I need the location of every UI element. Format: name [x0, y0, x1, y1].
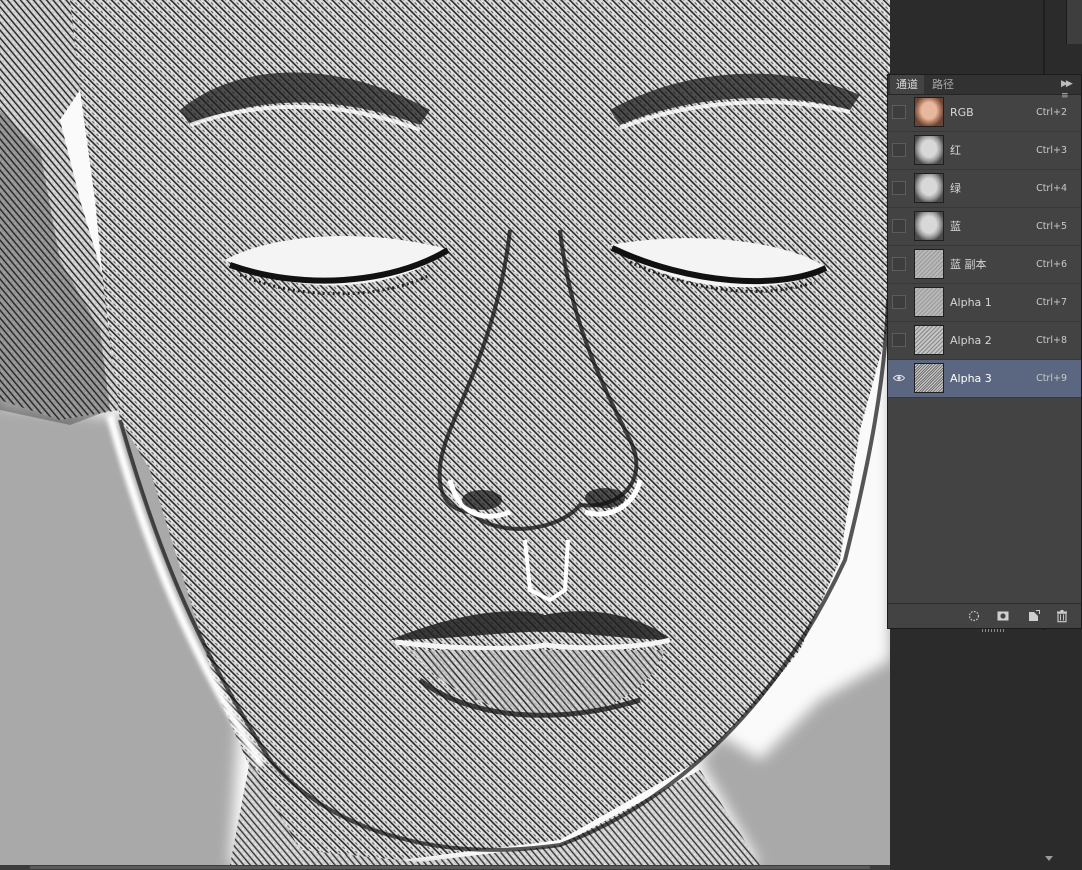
channel-thumbnail	[914, 325, 944, 355]
delete-channel-icon[interactable]	[1055, 609, 1069, 623]
tab-channels[interactable]: 通道	[890, 75, 924, 94]
new-channel-icon[interactable]	[1027, 609, 1041, 623]
channel-shortcut: Ctrl+7	[1036, 297, 1067, 308]
channel-shortcut: Ctrl+4	[1036, 183, 1067, 194]
channel-shortcut: Ctrl+2	[1036, 107, 1067, 118]
scroll-down-arrow-icon[interactable]	[1045, 856, 1053, 861]
channel-name: Alpha 1	[950, 296, 992, 309]
channel-thumbnail	[914, 249, 944, 279]
channel-thumbnail	[914, 211, 944, 241]
channel-row[interactable]: 蓝 Ctrl+5	[888, 208, 1081, 246]
channel-row[interactable]: 红 Ctrl+3	[888, 132, 1081, 170]
channel-thumbnail	[914, 363, 944, 393]
channel-shortcut: Ctrl+9	[1036, 373, 1067, 384]
visibility-toggle[interactable]	[892, 295, 906, 309]
channel-row[interactable]: 蓝 副本 Ctrl+6	[888, 246, 1081, 284]
channel-name: 绿	[950, 182, 961, 195]
visibility-toggle[interactable]	[892, 219, 906, 233]
tab-paths[interactable]: 路径	[926, 75, 962, 94]
channels-panel: 通道 路径 ▶▶ ≡ RGB Ctrl+2 红 Ctrl+3 绿 Ctrl+4 蓝 Ctrl+…	[887, 74, 1082, 632]
channel-shortcut: Ctrl+6	[1036, 259, 1067, 270]
visibility-toggle[interactable]	[892, 143, 906, 157]
collapsed-panel-strip[interactable]	[1066, 0, 1082, 44]
visibility-toggle[interactable]	[892, 333, 906, 347]
channel-shortcut: Ctrl+3	[1036, 145, 1067, 156]
load-selection-icon[interactable]	[967, 609, 981, 623]
eye-icon[interactable]	[888, 369, 910, 387]
horizontal-scrollbar[interactable]	[0, 865, 890, 870]
channel-row[interactable]: Alpha 2 Ctrl+8	[888, 322, 1081, 360]
channel-name: Alpha 3	[950, 372, 992, 385]
channel-name: 蓝 副本	[950, 258, 987, 271]
channel-row[interactable]: 绿 Ctrl+4	[888, 170, 1081, 208]
channel-row[interactable]: Alpha 1 Ctrl+7	[888, 284, 1081, 322]
visibility-toggle[interactable]	[892, 257, 906, 271]
panel-menu-icon[interactable]: ▶▶ ≡	[1061, 78, 1075, 101]
channel-thumbnail	[914, 97, 944, 127]
channel-name: 红	[950, 144, 961, 157]
channel-shortcut: Ctrl+5	[1036, 221, 1067, 232]
channel-name: RGB	[950, 106, 974, 119]
channel-list: RGB Ctrl+2 红 Ctrl+3 绿 Ctrl+4 蓝 Ctrl+5 蓝 副本 Ctrl+6…	[888, 94, 1081, 398]
visibility-toggle[interactable]	[892, 181, 906, 195]
channel-thumbnail	[914, 135, 944, 165]
channel-name: Alpha 2	[950, 334, 992, 347]
panel-resize-grip[interactable]	[982, 629, 1004, 632]
channel-thumbnail	[914, 287, 944, 317]
panel-footer-toolbar	[888, 603, 1081, 632]
channel-name: 蓝	[950, 220, 961, 233]
vertical-scrollbar[interactable]	[1043, 630, 1055, 870]
visibility-toggle[interactable]	[892, 105, 906, 119]
channel-shortcut: Ctrl+8	[1036, 335, 1067, 346]
channel-thumbnail	[914, 173, 944, 203]
document-canvas[interactable]	[0, 0, 890, 865]
panel-tab-bar: 通道 路径 ▶▶ ≡	[888, 75, 1081, 101]
save-selection-mask-icon[interactable]	[996, 609, 1010, 623]
horizontal-scrollbar-thumb[interactable]	[30, 866, 870, 869]
embossed-face-image	[0, 0, 890, 865]
channel-row[interactable]: Alpha 3 Ctrl+9	[888, 360, 1081, 398]
channel-row[interactable]: RGB Ctrl+2	[888, 94, 1081, 132]
